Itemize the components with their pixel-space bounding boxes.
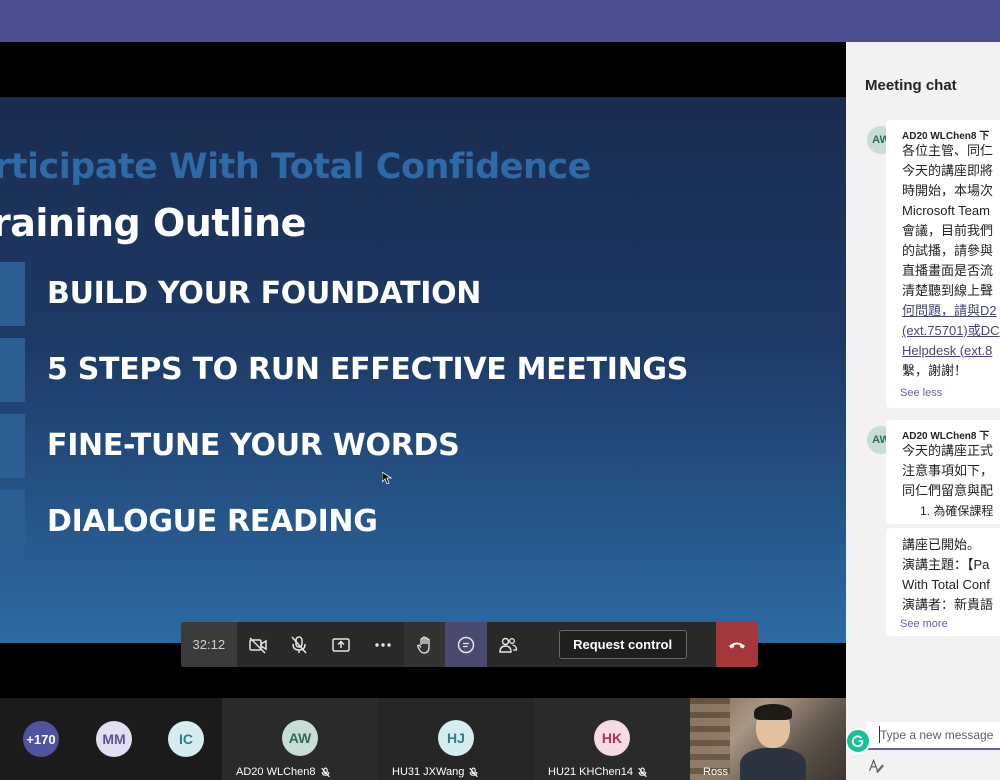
meeting-control-bar: 32:12 Request control [181, 622, 758, 667]
more-options-icon [375, 642, 391, 647]
message-line: 今天的講座正式 [902, 443, 994, 458]
message-line: 演講主題：【Pa [902, 557, 990, 572]
hang-up-button[interactable] [716, 622, 758, 667]
raise-hand-button[interactable] [403, 622, 446, 667]
shared-slide: rticipate With Total Confidence raining … [0, 97, 846, 643]
participant-name-text: HU31 JXWang [392, 766, 465, 778]
message-line: 同仁們留意與配 [902, 483, 994, 498]
outline-item: DIALOGUE READING [0, 490, 760, 554]
chat-message: AD20 WLChen8 下 各位主管、同仁 今天的講座即將 時開始，本場次 M… [886, 120, 1000, 408]
outline-item-number [0, 414, 25, 478]
share-screen-button[interactable] [320, 622, 362, 667]
participant-tile[interactable]: AW AD20 WLChen8 [222, 698, 378, 780]
chat-toggle-button[interactable] [445, 622, 488, 667]
participants-button[interactable] [487, 622, 529, 667]
message-line: 直播畫面是否流 [902, 263, 994, 278]
outline-item-text: DIALOGUE READING [47, 504, 378, 539]
slide-subtitle: rticipate With Total Confidence [0, 147, 591, 187]
message-line: 清楚聽到線上聲 [902, 283, 994, 298]
message-line: 1. 為確保課程 [920, 504, 994, 518]
app-title-bar [0, 0, 1000, 42]
message-line: 今天的講座即將 [902, 163, 994, 178]
chat-title: Meeting chat [865, 77, 957, 94]
participant-name-text: Ross [703, 766, 729, 778]
see-less-link[interactable]: See less [900, 387, 942, 399]
outline-item: 5 STEPS TO RUN EFFECTIVE MEETINGS [0, 338, 760, 402]
message-line: 各位主管、同仁 [902, 143, 994, 158]
mic-off-icon [469, 767, 479, 777]
chat-message: AD20 WLChen8 下 今天的講座正式 注意事項如下， 同仁們留意與配 1… [886, 420, 1000, 524]
meeting-timer: 32:12 [181, 622, 237, 667]
message-sender: AD20 WLChen8 下 [902, 431, 990, 442]
more-options-button[interactable] [362, 622, 404, 667]
message-link[interactable]: Helpdesk (ext.8 [902, 341, 1000, 361]
participant-video[interactable]: Ross [690, 698, 846, 780]
participant-name-text: AD20 WLChen8 [236, 766, 316, 778]
mic-off-icon [638, 767, 647, 777]
see-more-link[interactable]: See more [900, 618, 948, 630]
share-screen-icon [332, 637, 350, 652]
message-line: 注意事項如下， [902, 463, 994, 478]
participants-icon [499, 637, 518, 653]
message-line: 的試播，請參與 [902, 243, 994, 258]
mic-off-icon [320, 767, 330, 777]
participant-avatar[interactable]: IC [168, 721, 204, 757]
participant-name: HU21 KHChen14 [548, 766, 648, 778]
slide-title: raining Outline [0, 201, 306, 245]
participant-name: HU31 JXWang [392, 766, 479, 778]
chat-header: Meeting chat [846, 42, 1000, 126]
participant-gallery: +170 MM IC AW AD20 WLChen8 HJ HU31 JXWan… [0, 698, 846, 780]
grammarly-icon[interactable] [846, 728, 871, 754]
chat-icon [458, 636, 475, 653]
outline-item: BUILD YOUR FOUNDATION [0, 262, 760, 326]
message-body: 講座已開始。 演講主題：【Pa With Total Conf 演講者：新貴語 [902, 535, 993, 615]
request-control-button[interactable]: Request control [558, 630, 687, 659]
outline-item-number [0, 262, 25, 326]
message-line: With Total Conf [902, 577, 990, 592]
participant-avatar: AW [282, 720, 318, 756]
participant-person [740, 702, 806, 780]
message-sender: AD20 WLChen8 下 [902, 131, 990, 142]
message-compose-box[interactable]: Type a new message [866, 722, 1000, 750]
more-participants-badge[interactable]: +170 [23, 721, 59, 757]
participant-avatar: HK [594, 720, 630, 756]
mouse-pointer-icon [382, 472, 392, 484]
outline-item-text: 5 STEPS TO RUN EFFECTIVE MEETINGS [47, 352, 689, 387]
message-line: Microsoft Team [902, 203, 990, 218]
mic-off-icon [291, 635, 307, 653]
request-control-area: Request control [529, 622, 716, 667]
message-line: 演講者：新貴語 [902, 597, 994, 612]
message-line: 會議，目前我們 [902, 223, 994, 238]
participant-avatar: HJ [438, 720, 474, 756]
message-body: 各位主管、同仁 今天的講座即將 時開始，本場次 Microsoft Team 會… [902, 141, 1000, 381]
meeting-chat-panel: Meeting chat AW AD20 WLChen8 下 各位主管、同仁 今… [846, 42, 1000, 780]
outline-item-number [0, 490, 25, 554]
outline-item-number [0, 338, 25, 402]
message-link[interactable]: (ext.75701)或DC [902, 321, 1000, 341]
chat-message: 講座已開始。 演講主題：【Pa With Total Conf 演講者：新貴語 … [886, 528, 1000, 636]
message-link[interactable]: 何問題，請與D2 [902, 301, 1000, 321]
message-body: 今天的講座正式 注意事項如下， 同仁們留意與配 1. 為確保課程 [902, 441, 993, 521]
participant-name-text: HU21 KHChen14 [548, 766, 633, 778]
mic-toggle-button[interactable] [278, 622, 320, 667]
camera-off-icon [248, 636, 267, 654]
message-line: 時開始，本場次 [902, 183, 994, 198]
outline-item-text: BUILD YOUR FOUNDATION [47, 276, 482, 311]
message-line: 講座已開始。 [902, 537, 981, 552]
phone-hangup-icon [729, 642, 746, 648]
participant-name: AD20 WLChen8 [236, 766, 331, 778]
participant-tile[interactable]: HK HU21 KHChen14 [534, 698, 690, 780]
raise-hand-icon [416, 635, 430, 654]
participant-avatar[interactable]: MM [96, 721, 132, 757]
format-text-icon[interactable] [868, 758, 884, 774]
message-line: 繫，謝謝！ [902, 363, 968, 378]
outline-item-text: FINE-TUNE YOUR WORDS [47, 428, 460, 463]
camera-toggle-button[interactable] [237, 622, 279, 667]
participant-tile[interactable]: HJ HU31 JXWang [378, 698, 534, 780]
compose-placeholder: Type a new message [880, 728, 994, 742]
outline-item: FINE-TUNE YOUR WORDS [0, 414, 760, 478]
